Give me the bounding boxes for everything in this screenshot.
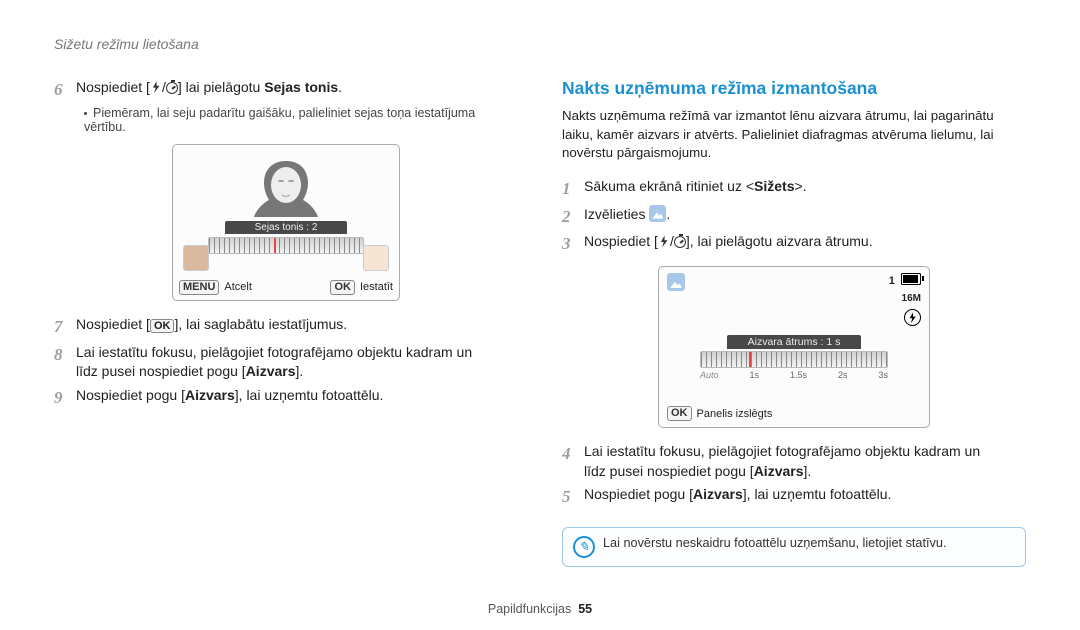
thumb-row: [183, 245, 389, 271]
tip-text: Lai novērstu neskaidru fotoattēlu uzņemš…: [603, 536, 946, 550]
lcd1-toolbar: MENU Atcelt OK Iestatīt: [179, 280, 393, 295]
step-number: 7: [54, 315, 76, 339]
info-icon: ✎: [573, 536, 595, 558]
tip-note: ✎ Lai novērstu neskaidru fotoattēlu uzņe…: [562, 527, 1026, 567]
lcd2-status-bar: 1: [667, 273, 921, 287]
bullet-icon: [84, 112, 87, 115]
thumb-before: [183, 245, 209, 271]
right-column: Nakts uzņēmuma režīma izmantošana Nakts …: [562, 78, 1026, 567]
shutter-ticks: Auto 1s 1.5s 2s 3s: [700, 370, 888, 380]
camera-lcd-1: Sejas tonis : 2 MENU Atcelt OK I: [172, 144, 400, 301]
step-number: 1: [562, 177, 584, 201]
step-number: 9: [54, 386, 76, 410]
step-text: Izvēlieties .: [584, 205, 1026, 225]
step-number: 3: [562, 232, 584, 256]
ok-key: OK: [667, 406, 692, 421]
ok-key-label: Iestatīt: [360, 281, 393, 293]
resolution-label: 16M: [902, 293, 921, 304]
timer-icon: [674, 236, 686, 248]
page-number: 55: [578, 602, 592, 616]
footer-section: Papildfunkcijas: [488, 602, 571, 616]
step-text: Nospiediet [/], lai pielāgotu aizvara āt…: [584, 232, 1026, 252]
flash-mode-icon: [904, 309, 921, 326]
thumb-after: [363, 245, 389, 271]
battery-icon: [901, 273, 921, 285]
step-6-note: Piemēram, lai seju padarītu gaišāku, pal…: [84, 106, 518, 134]
manual-page: Sižetu režīmu lietošana 6 Nospiediet [/]…: [0, 0, 1080, 630]
scene-mode-icon: [649, 205, 666, 222]
step-4: 4 Lai iestatītu fokusu, pielāgojiet foto…: [562, 442, 1026, 481]
step-6: 6 Nospiediet [/] lai pielāgotu Sejas ton…: [54, 78, 518, 102]
left-column: 6 Nospiediet [/] lai pielāgotu Sejas ton…: [54, 78, 518, 567]
step-number: 5: [562, 485, 584, 509]
ok-key: OK: [330, 280, 355, 295]
step-text: Sākuma ekrānā ritiniet uz <Sižets>.: [584, 177, 1026, 197]
flash-icon: [150, 81, 162, 93]
step-number: 6: [54, 78, 76, 102]
section-intro: Nakts uzņēmuma režīmā var izmantot lēnu …: [562, 107, 1026, 163]
shots-left: 1: [889, 275, 895, 287]
step-number: 2: [562, 205, 584, 229]
menu-key: MENU: [179, 280, 219, 295]
step-text: Nospiediet [/] lai pielāgotu Sejas tonis…: [76, 78, 518, 98]
shutter-speed-label: Aizvara ātrums : 1 s: [727, 335, 861, 349]
step-text: Lai iestatītu fokusu, pielāgojiet fotogr…: [76, 343, 518, 382]
step-number: 4: [562, 442, 584, 466]
step-text: Nospiediet [OK], lai saglabātu iestatīju…: [76, 315, 518, 335]
section-heading: Nakts uzņēmuma režīma izmantošana: [562, 78, 1026, 99]
timer-icon: [166, 82, 178, 94]
two-column-layout: 6 Nospiediet [/] lai pielāgotu Sejas ton…: [54, 78, 1026, 567]
camera-lcd-2: 1 16M Aizvara ātrums : 1 s Auto 1s 1.5s …: [658, 266, 930, 428]
figure-shutter-speed: 1 16M Aizvara ātrums : 1 s Auto 1s 1.5s …: [562, 266, 1026, 428]
ok-key-inline: OK: [150, 319, 175, 333]
shutter-slider: [700, 351, 888, 368]
step-1: 1 Sākuma ekrānā ritiniet uz <Sižets>.: [562, 177, 1026, 201]
step-8: 8 Lai iestatītu fokusu, pielāgojiet foto…: [54, 343, 518, 382]
ok-key-label: Panelis izslēgts: [697, 408, 773, 420]
figure-face-tone: Sejas tonis : 2 MENU Atcelt OK I: [54, 144, 518, 301]
step-7: 7 Nospiediet [OK], lai saglabātu iestatī…: [54, 315, 518, 339]
step-text: Lai iestatītu fokusu, pielāgojiet fotogr…: [584, 442, 1026, 481]
step-3: 3 Nospiediet [/], lai pielāgotu aizvara …: [562, 232, 1026, 256]
step-number: 8: [54, 343, 76, 367]
page-header: Sižetu režīmu lietošana: [54, 36, 1026, 52]
menu-key-label: Atcelt: [224, 281, 252, 293]
page-footer: Papildfunkcijas 55: [0, 602, 1080, 616]
flash-icon: [658, 235, 670, 247]
step-text: Nospiediet pogu [Aizvars], lai uzņemtu f…: [584, 485, 1026, 505]
step-9: 9 Nospiediet pogu [Aizvars], lai uzņemtu…: [54, 386, 518, 410]
step-text: Nospiediet pogu [Aizvars], lai uzņemtu f…: [76, 386, 518, 406]
step-5: 5 Nospiediet pogu [Aizvars], lai uzņemtu…: [562, 485, 1026, 509]
lcd2-toolbar: OK Panelis izslēgts: [667, 406, 772, 421]
step-2: 2 Izvēlieties .: [562, 205, 1026, 229]
face-tone-label: Sejas tonis : 2: [225, 221, 347, 234]
